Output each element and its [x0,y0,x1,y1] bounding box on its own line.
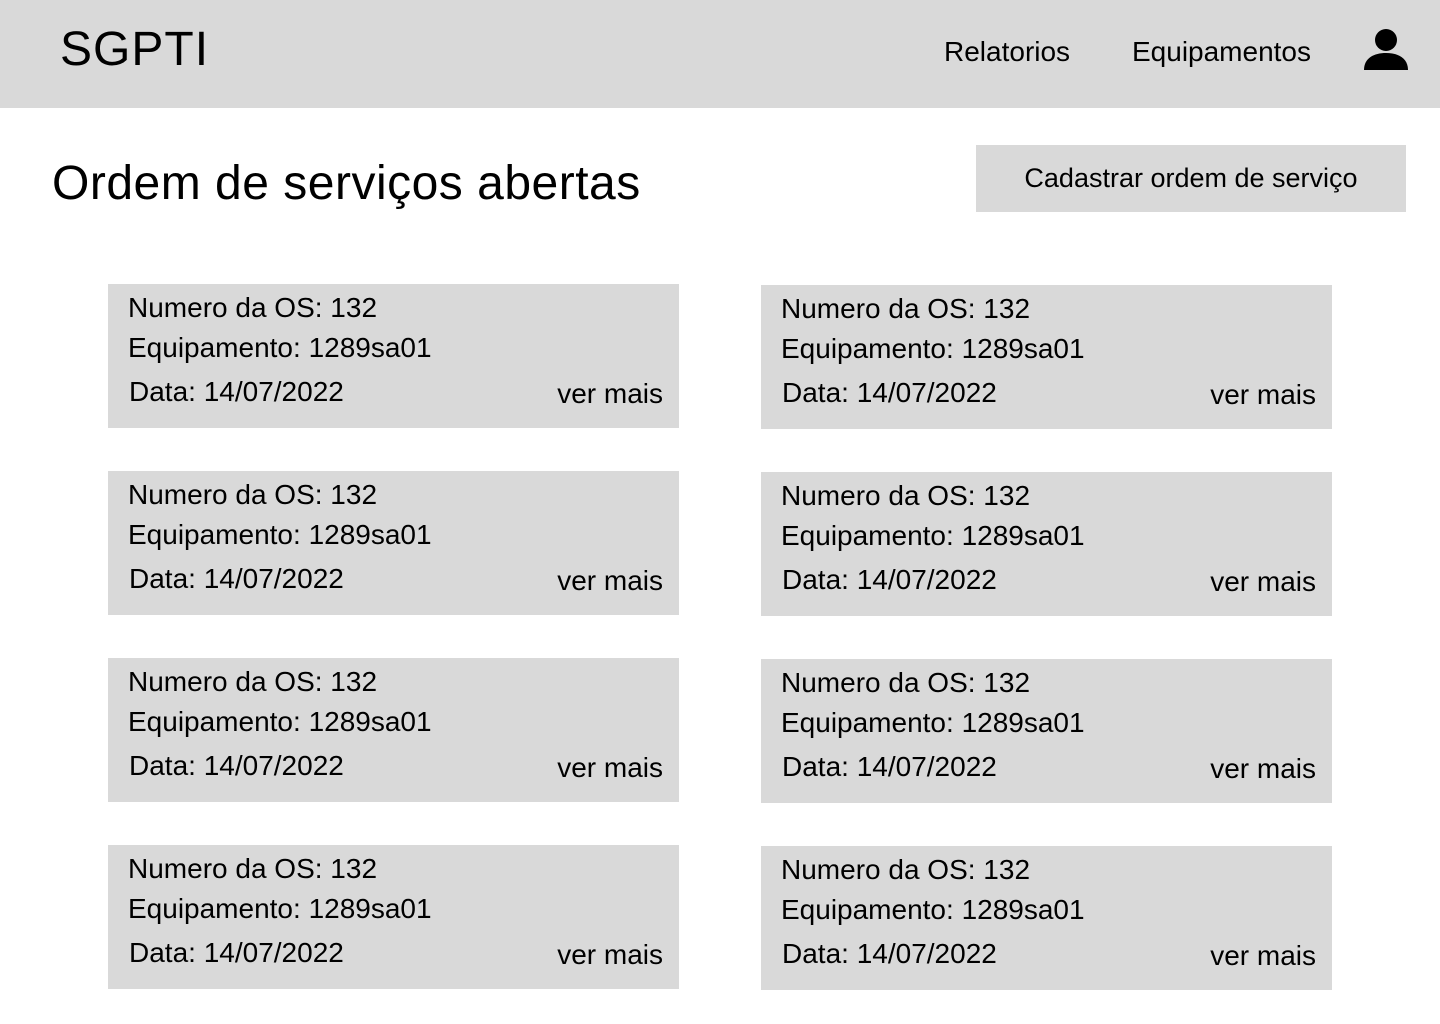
order-equipment: Equipamento: 1289sa01 [128,893,432,924]
order-date: Data: 14/07/2022 [129,750,344,781]
service-order-card: Numero da OS: 132 Equipamento: 1289sa01 … [108,658,679,802]
order-number: Numero da OS: 132 [781,667,1031,698]
top-header: SGPTI Relatorios Equipamentos [0,0,1440,108]
order-equipment: Equipamento: 1289sa01 [781,333,1085,364]
order-equipment: Equipamento: 1289sa01 [781,894,1085,925]
see-more-link[interactable]: ver mais [557,565,663,597]
see-more-link[interactable]: ver mais [1210,566,1316,598]
see-more-link[interactable]: ver mais [1210,940,1316,972]
order-date: Data: 14/07/2022 [129,376,344,407]
order-equipment: Equipamento: 1289sa01 [781,520,1085,551]
add-service-order-button[interactable]: Cadastrar ordem de serviço [976,145,1406,212]
order-equipment: Equipamento: 1289sa01 [128,332,432,363]
service-order-card: Numero da OS: 132 Equipamento: 1289sa01 … [761,285,1332,429]
order-number: Numero da OS: 132 [128,853,378,884]
user-icon[interactable] [1364,28,1408,72]
order-number: Numero da OS: 132 [128,292,378,323]
service-order-card: Numero da OS: 132 Equipamento: 1289sa01 … [761,472,1332,616]
order-date: Data: 14/07/2022 [782,751,997,782]
see-more-link[interactable]: ver mais [1210,379,1316,411]
order-date: Data: 14/07/2022 [782,938,997,969]
service-order-card: Numero da OS: 132 Equipamento: 1289sa01 … [108,471,679,615]
order-number: Numero da OS: 132 [128,666,378,697]
see-more-link[interactable]: ver mais [557,752,663,784]
order-date: Data: 14/07/2022 [129,937,344,968]
order-number: Numero da OS: 132 [128,479,378,510]
order-equipment: Equipamento: 1289sa01 [781,707,1085,738]
order-date: Data: 14/07/2022 [129,563,344,594]
order-number: Numero da OS: 132 [781,480,1031,511]
app-brand[interactable]: SGPTI [60,22,209,78]
order-equipment: Equipamento: 1289sa01 [128,519,432,550]
see-more-link[interactable]: ver mais [1210,753,1316,785]
order-date: Data: 14/07/2022 [782,377,997,408]
order-number: Numero da OS: 132 [781,854,1031,885]
page-title: Ordem de serviços abertas [52,157,641,210]
see-more-link[interactable]: ver mais [557,378,663,410]
order-date: Data: 14/07/2022 [782,564,997,595]
see-more-link[interactable]: ver mais [557,939,663,971]
nav-link-relatorios[interactable]: Relatorios [944,36,1070,68]
service-order-card: Numero da OS: 132 Equipamento: 1289sa01 … [761,846,1332,990]
nav-link-equipamentos[interactable]: Equipamentos [1132,36,1311,68]
order-equipment: Equipamento: 1289sa01 [128,706,432,737]
order-number: Numero da OS: 132 [781,293,1031,324]
service-order-card: Numero da OS: 132 Equipamento: 1289sa01 … [761,659,1332,803]
service-order-card: Numero da OS: 132 Equipamento: 1289sa01 … [108,845,679,989]
service-order-card: Numero da OS: 132 Equipamento: 1289sa01 … [108,284,679,428]
